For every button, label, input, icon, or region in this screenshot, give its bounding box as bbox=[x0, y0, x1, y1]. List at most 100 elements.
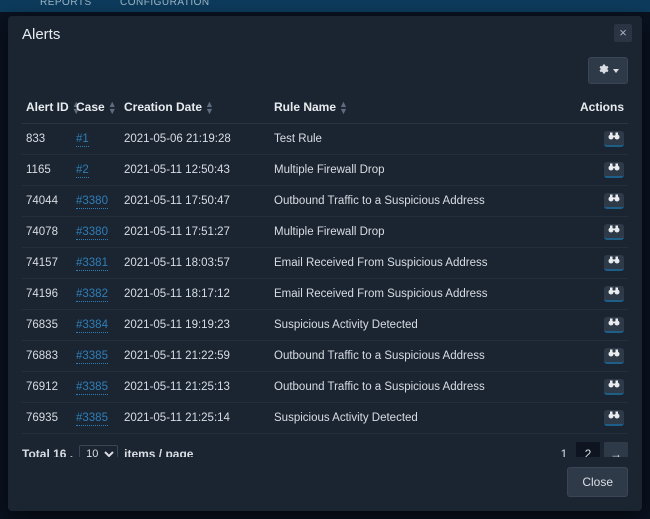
cell-creation-date: 2021-05-11 12:50:43 bbox=[120, 154, 270, 185]
cell-rule-name: Suspicious Activity Detected bbox=[270, 309, 574, 340]
view-alert-button[interactable] bbox=[604, 255, 624, 271]
binoculars-icon bbox=[608, 348, 620, 361]
cell-rule-name: Outbound Traffic to a Suspicious Address bbox=[270, 340, 574, 371]
cell-creation-date: 2021-05-11 21:25:13 bbox=[120, 371, 270, 402]
close-button[interactable]: Close bbox=[567, 467, 628, 497]
sort-icon: ▲▼ bbox=[339, 101, 348, 115]
case-link[interactable]: #1 bbox=[76, 133, 89, 147]
view-alert-button[interactable] bbox=[604, 286, 624, 302]
page-2[interactable]: 2 bbox=[576, 442, 600, 457]
cell-alert-id: 74044 bbox=[22, 185, 72, 216]
cell-creation-date: 2021-05-11 21:22:59 bbox=[120, 340, 270, 371]
page-size-select[interactable]: 10 bbox=[79, 445, 118, 457]
binoculars-icon bbox=[608, 410, 620, 423]
alerts-table: Alert ID▲▼ Case▲▼ Creation Date▲▼ Rule N… bbox=[22, 94, 628, 434]
cell-rule-name: Email Received From Suspicious Address bbox=[270, 247, 574, 278]
view-alert-button[interactable] bbox=[604, 348, 624, 364]
column-actions: Actions bbox=[574, 94, 628, 123]
view-alert-button[interactable] bbox=[604, 410, 624, 426]
pagination: 1 2 → bbox=[552, 442, 628, 457]
page-next-button[interactable]: → bbox=[604, 442, 628, 457]
cell-creation-date: 2021-05-11 18:03:57 bbox=[120, 247, 270, 278]
sort-icon: ▲▼ bbox=[108, 101, 117, 115]
cell-creation-date: 2021-05-11 17:50:47 bbox=[120, 185, 270, 216]
gear-icon bbox=[597, 63, 609, 78]
cell-creation-date: 2021-05-06 21:19:28 bbox=[120, 123, 270, 154]
case-link[interactable]: #3380 bbox=[76, 226, 108, 240]
cell-alert-id: 74078 bbox=[22, 216, 72, 247]
cell-alert-id: 76835 bbox=[22, 309, 72, 340]
cell-rule-name: Multiple Firewall Drop bbox=[270, 154, 574, 185]
cell-rule-name: Email Received From Suspicious Address bbox=[270, 278, 574, 309]
cell-alert-id: 74196 bbox=[22, 278, 72, 309]
cell-creation-date: 2021-05-11 18:17:12 bbox=[120, 278, 270, 309]
sort-icon: ▲▼ bbox=[205, 101, 214, 115]
table-row: 76883 #3385 2021-05-11 21:22:59Outbound Tr… bbox=[22, 340, 628, 371]
case-link[interactable]: #3380 bbox=[76, 195, 108, 209]
cell-alert-id: 74157 bbox=[22, 247, 72, 278]
cell-rule-name: Test Rule bbox=[270, 123, 574, 154]
binoculars-icon bbox=[608, 286, 620, 299]
cell-alert-id: 76935 bbox=[22, 402, 72, 433]
arrow-right-icon: → bbox=[610, 447, 622, 457]
binoculars-icon bbox=[608, 379, 620, 392]
page-1[interactable]: 1 bbox=[552, 442, 576, 457]
view-alert-button[interactable] bbox=[604, 131, 624, 147]
column-alert-id[interactable]: Alert ID▲▼ bbox=[22, 94, 72, 123]
table-row: 76935 #3385 2021-05-11 21:25:14Suspicious … bbox=[22, 402, 628, 433]
items-per-page-label: items / page bbox=[124, 447, 193, 457]
case-link[interactable]: #3384 bbox=[76, 319, 108, 333]
table-row: 76835 #3384 2021-05-11 19:19:23Suspicious … bbox=[22, 309, 628, 340]
table-row: 74078 #3380 2021-05-11 17:51:27Multiple Fi… bbox=[22, 216, 628, 247]
table-row: 833 #1 2021-05-06 21:19:28Test Rule bbox=[22, 123, 628, 154]
cell-alert-id: 76912 bbox=[22, 371, 72, 402]
binoculars-icon bbox=[608, 317, 620, 330]
total-count-label: Total 16 , bbox=[22, 447, 73, 457]
app-topbar: REPORTS CONFIGURATION bbox=[0, 0, 650, 12]
binoculars-icon bbox=[608, 131, 620, 144]
table-row: 74044 #3380 2021-05-11 17:50:47Outbound Tr… bbox=[22, 185, 628, 216]
column-creation-date[interactable]: Creation Date▲▼ bbox=[120, 94, 270, 123]
settings-dropdown-button[interactable] bbox=[588, 57, 628, 84]
case-link[interactable]: #3381 bbox=[76, 257, 108, 271]
cell-rule-name: Outbound Traffic to a Suspicious Address bbox=[270, 185, 574, 216]
table-row: 74157 #3381 2021-05-11 18:03:57Email Recei… bbox=[22, 247, 628, 278]
cell-rule-name: Suspicious Activity Detected bbox=[270, 402, 574, 433]
table-footer: Total 16 , 10 items / page 1 2 → bbox=[22, 434, 628, 457]
close-icon[interactable]: × bbox=[614, 24, 632, 42]
modal-body: Alert ID▲▼ Case▲▼ Creation Date▲▼ Rule N… bbox=[8, 51, 642, 457]
cell-creation-date: 2021-05-11 21:25:14 bbox=[120, 402, 270, 433]
cell-creation-date: 2021-05-11 17:51:27 bbox=[120, 216, 270, 247]
modal-header: Alerts × bbox=[8, 16, 642, 51]
view-alert-button[interactable] bbox=[604, 162, 624, 178]
cell-alert-id: 833 bbox=[22, 123, 72, 154]
chevron-down-icon bbox=[613, 69, 619, 73]
cell-alert-id: 76883 bbox=[22, 340, 72, 371]
view-alert-button[interactable] bbox=[604, 379, 624, 395]
case-link[interactable]: #3385 bbox=[76, 412, 108, 426]
case-link[interactable]: #3382 bbox=[76, 288, 108, 302]
view-alert-button[interactable] bbox=[604, 317, 624, 333]
column-rule-name[interactable]: Rule Name▲▼ bbox=[270, 94, 574, 123]
view-alert-button[interactable] bbox=[604, 193, 624, 209]
binoculars-icon bbox=[608, 224, 620, 237]
case-link[interactable]: #3385 bbox=[76, 350, 108, 364]
cell-alert-id: 1165 bbox=[22, 154, 72, 185]
view-alert-button[interactable] bbox=[604, 224, 624, 240]
topbar-config: CONFIGURATION bbox=[120, 0, 210, 8]
binoculars-icon bbox=[608, 255, 620, 268]
alerts-modal: Alerts × Alert ID▲▼ Case▲▼ Creation Date… bbox=[8, 16, 642, 511]
cell-rule-name: Outbound Traffic to a Suspicious Address bbox=[270, 371, 574, 402]
case-link[interactable]: #2 bbox=[76, 164, 89, 178]
binoculars-icon bbox=[608, 193, 620, 206]
cell-rule-name: Multiple Firewall Drop bbox=[270, 216, 574, 247]
binoculars-icon bbox=[608, 162, 620, 175]
topbar-reports: REPORTS bbox=[40, 0, 92, 8]
table-row: 74196 #3382 2021-05-11 18:17:12Email Recei… bbox=[22, 278, 628, 309]
modal-title: Alerts bbox=[22, 26, 628, 43]
table-row: 1165 #2 2021-05-11 12:50:43Multiple Firewa… bbox=[22, 154, 628, 185]
table-row: 76912 #3385 2021-05-11 21:25:13Outbound Tr… bbox=[22, 371, 628, 402]
cell-creation-date: 2021-05-11 19:19:23 bbox=[120, 309, 270, 340]
modal-footer: Close bbox=[8, 457, 642, 511]
case-link[interactable]: #3385 bbox=[76, 381, 108, 395]
